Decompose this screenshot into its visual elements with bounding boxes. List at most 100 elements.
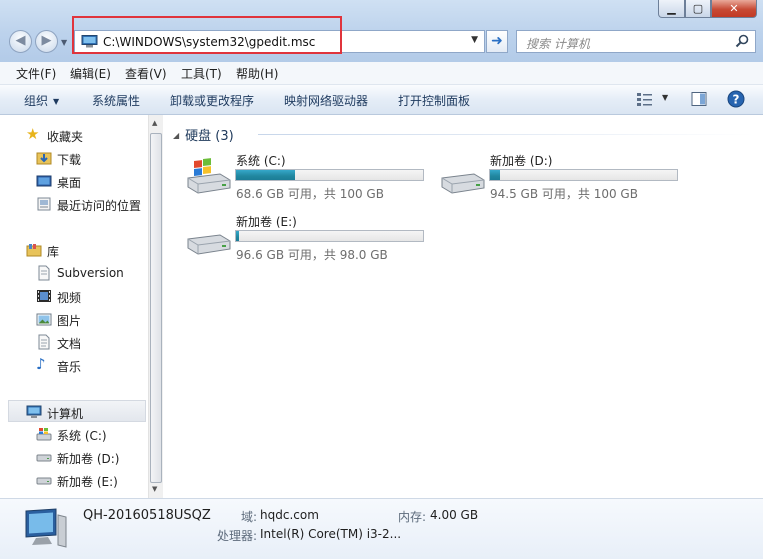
maximize-icon: ▢ <box>692 2 704 15</box>
forward-button[interactable]: ▶ <box>35 30 58 53</box>
organize-button[interactable]: 组织 ▼ <box>24 92 59 109</box>
menu-bar: 文件(F) 编辑(E) 查看(V) 工具(T) 帮助(H) <box>0 62 763 85</box>
nav-downloads[interactable]: 下载 <box>0 147 146 169</box>
domain-label: 域: <box>241 510 258 524</box>
nav-drive-e[interactable]: 新加卷 (E:) <box>0 469 146 491</box>
maximize-button[interactable]: ▢ <box>685 0 711 18</box>
music-note-icon: ♪ <box>36 355 46 373</box>
hard-drive-icon <box>187 234 231 255</box>
help-icon[interactable]: ? <box>727 90 745 108</box>
system-properties-button[interactable]: 系统属性 <box>92 92 140 109</box>
drive-d-tile[interactable]: 新加卷 (D:) 94.5 GB 可用，共 100 GB <box>438 152 688 202</box>
window-controls: ▁ ▢ ✕ <box>658 0 763 20</box>
nav-videos-label: 视频 <box>57 291 82 305</box>
close-button[interactable]: ✕ <box>711 0 757 18</box>
title-bar: ▁ ▢ ✕ ◀ ▶ ▼ C:\WINDOWS\system32\gpedit.m… <box>0 0 763 62</box>
back-button[interactable]: ◀ <box>9 30 32 53</box>
drive-d-name: 新加卷 (D:) <box>490 154 553 168</box>
nav-recent-places-label: 最近访问的位置 <box>57 199 142 213</box>
nav-computer[interactable]: 计算机 <box>8 400 146 422</box>
nav-recent-places[interactable]: 最近访问的位置 <box>0 193 146 215</box>
go-button[interactable]: ➜ <box>486 30 508 53</box>
nav-computer-label: 计算机 <box>47 407 84 421</box>
nav-videos[interactable]: 视频 <box>0 285 146 307</box>
star-icon: ★ <box>26 125 40 143</box>
nav-pictures[interactable]: 图片 <box>0 308 146 330</box>
nav-desktop[interactable]: 桌面 <box>0 170 146 192</box>
nav-music[interactable]: ♪ 音乐 <box>0 354 146 376</box>
drive-e-usage-fill <box>236 231 239 241</box>
menu-tools[interactable]: 工具(T) <box>181 65 222 82</box>
drive-d-usage-bar <box>489 169 678 181</box>
nav-subversion[interactable]: Subversion <box>0 262 146 284</box>
scrollbar-thumb[interactable] <box>150 133 162 483</box>
preview-pane-icon[interactable] <box>691 91 707 107</box>
windows-drive-icon <box>187 158 231 194</box>
document-library-icon <box>38 265 50 281</box>
menu-edit[interactable]: 编辑(E) <box>70 65 111 82</box>
collapse-triangle-icon[interactable]: ◢ <box>173 131 179 140</box>
nav-drive-c[interactable]: 系统 (C:) <box>0 423 146 445</box>
drive-c-usage-fill <box>236 170 295 180</box>
nav-subversion-label: Subversion <box>57 266 124 280</box>
hard-drive-icon <box>36 454 52 462</box>
go-arrow-icon: ➜ <box>491 33 503 49</box>
nav-libraries-label: 库 <box>47 245 60 259</box>
menu-help[interactable]: 帮助(H) <box>236 65 278 82</box>
recent-pages-dropdown[interactable]: ▼ <box>61 38 67 47</box>
drive-d-space: 94.5 GB 可用，共 100 GB <box>490 187 638 201</box>
organize-label: 组织 <box>24 94 49 108</box>
svg-text:?: ? <box>733 93 740 107</box>
scroll-down-icon[interactable]: ▼ <box>152 485 157 493</box>
search-box[interactable]: 搜索 计算机 <box>516 30 756 53</box>
nav-drive-d[interactable]: 新加卷 (D:) <box>0 446 146 468</box>
arrow-left-icon: ◀ <box>15 33 26 48</box>
nav-drive-d-label: 新加卷 (D:) <box>57 452 120 466</box>
computer-name: QH-20160518USQZ <box>83 508 211 523</box>
drive-e-tile[interactable]: 新加卷 (E:) 96.6 GB 可用，共 98.0 GB <box>184 213 434 263</box>
download-folder-icon <box>36 152 52 165</box>
search-icon[interactable] <box>735 34 749 48</box>
nav-documents[interactable]: 文档 <box>0 331 146 353</box>
hard-drive-icon <box>36 477 52 485</box>
hard-drive-icon <box>441 173 485 194</box>
nav-downloads-label: 下载 <box>57 153 82 167</box>
drive-e-name: 新加卷 (E:) <box>236 215 297 229</box>
drive-c-name: 系统 (C:) <box>236 154 286 168</box>
library-icon <box>26 244 42 257</box>
desktop-icon <box>36 175 52 187</box>
drive-c-tile[interactable]: 系统 (C:) 68.6 GB 可用，共 100 GB <box>184 152 434 202</box>
content-area: ◢ 硬盘 (3) 系统 (C:) 68.6 GB 可用，共 100 GB 新加卷 … <box>163 115 763 498</box>
nav-libraries[interactable]: 库 <box>0 239 146 261</box>
cpu-label: 处理器: <box>217 529 258 543</box>
address-dropdown-icon[interactable]: ▼ <box>471 35 478 45</box>
open-control-panel-button[interactable]: 打开控制面板 <box>398 92 470 109</box>
command-bar: 组织 ▼ 系统属性 卸载或更改程序 映射网络驱动器 打开控制面板 ▼ ? <box>0 85 763 115</box>
minimize-icon: ▁ <box>667 2 676 15</box>
computer-icon <box>25 508 67 548</box>
nav-scrollbar[interactable]: ▲ ▼ <box>148 115 163 498</box>
video-icon <box>37 290 51 302</box>
details-pane: QH-20160518USQZ 域: hqdc.com 内存: 4.00 GB … <box>0 498 763 559</box>
navigation-pane: ★ 收藏夹 下载 桌面 最近访问的位置 库 Subversion 视频 图片 文… <box>0 115 148 498</box>
search-placeholder[interactable]: 搜索 计算机 <box>526 35 590 52</box>
minimize-button[interactable]: ▁ <box>658 0 685 18</box>
uninstall-program-button[interactable]: 卸载或更改程序 <box>170 92 254 109</box>
nav-favorites[interactable]: ★ 收藏夹 <box>0 124 146 146</box>
view-options-icon[interactable] <box>636 91 654 107</box>
nav-pictures-label: 图片 <box>57 314 82 328</box>
drive-d-usage-fill <box>490 170 500 180</box>
menu-view[interactable]: 查看(V) <box>125 65 167 82</box>
menu-file[interactable]: 文件(F) <box>16 65 56 82</box>
recent-places-icon <box>37 197 51 211</box>
view-dropdown-icon[interactable]: ▼ <box>662 93 668 102</box>
scroll-up-icon[interactable]: ▲ <box>152 119 157 127</box>
group-header[interactable]: ◢ 硬盘 (3) <box>173 125 234 144</box>
document-icon <box>38 334 50 350</box>
drive-c-usage-bar <box>235 169 424 181</box>
nav-desktop-label: 桌面 <box>57 176 82 190</box>
map-network-drive-button[interactable]: 映射网络驱动器 <box>284 92 368 109</box>
nav-drive-c-label: 系统 (C:) <box>57 429 107 443</box>
windows-drive-icon <box>36 428 52 441</box>
nav-documents-label: 文档 <box>57 337 82 351</box>
